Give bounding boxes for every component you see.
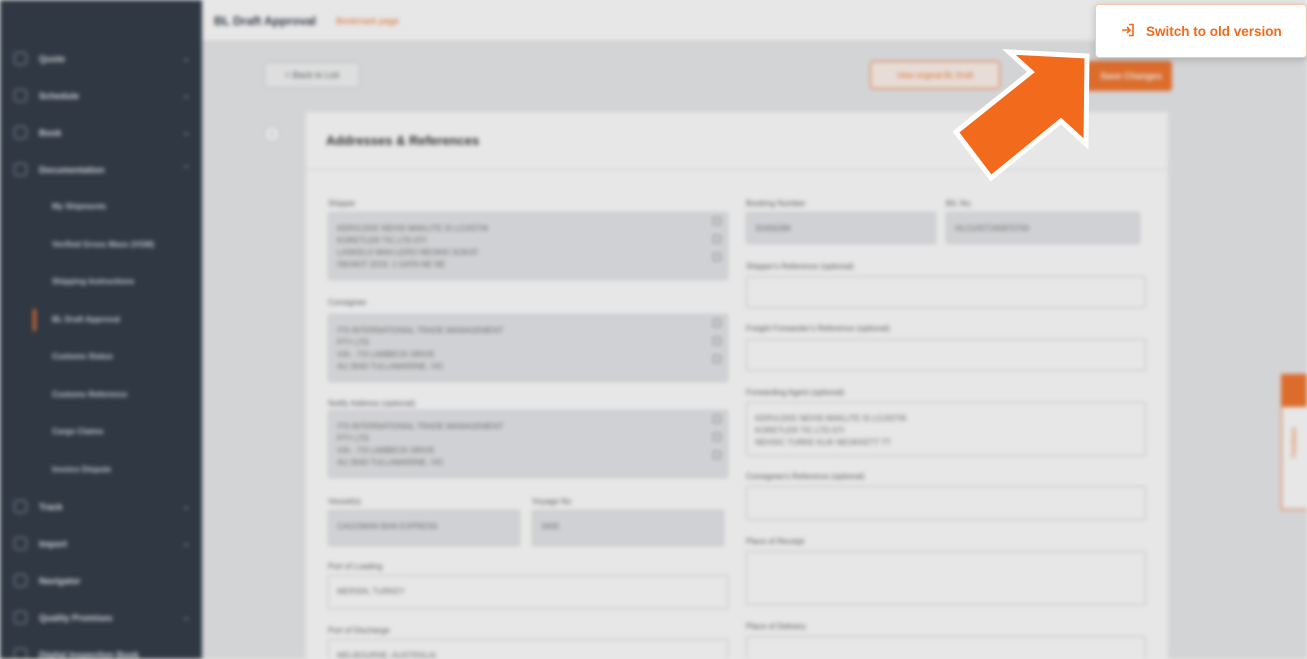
pointer-arrow-icon [952, 49, 1090, 182]
switch-to-old-version-button[interactable]: Switch to old version [1095, 4, 1307, 58]
switch-version-label: Switch to old version [1146, 23, 1282, 39]
switch-version-icon [1120, 22, 1136, 40]
